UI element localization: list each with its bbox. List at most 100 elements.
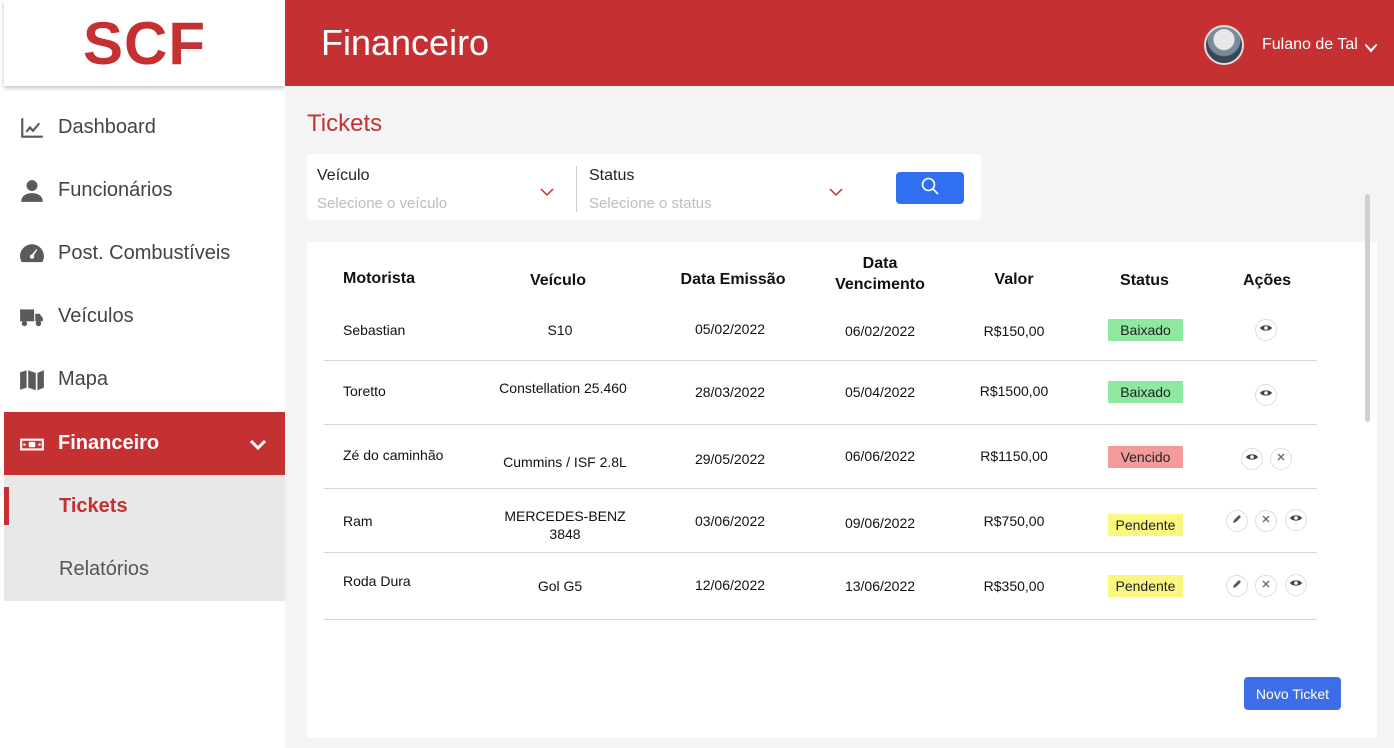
view-button[interactable]: [1285, 574, 1307, 596]
sidebar-item-label: Financeiro: [58, 432, 160, 454]
cancel-button[interactable]: [1255, 575, 1277, 597]
row-divider: [324, 488, 1317, 489]
filter-bar: Veículo Selecione o veículo Status Selec…: [307, 154, 981, 220]
sidebar-item-funcionarios[interactable]: Funcionários: [4, 159, 285, 222]
vehicle-select[interactable]: Veículo Selecione o veículo: [307, 154, 575, 220]
caret-down-icon[interactable]: [1365, 40, 1377, 58]
tickets-table-card: Motorista Veículo Data Emissão Data Venc…: [307, 242, 1377, 738]
eye-icon: [1246, 450, 1258, 468]
status-select[interactable]: Status Selecione o status: [579, 154, 859, 220]
cell-motorista: Toretto: [343, 383, 386, 399]
cancel-button[interactable]: [1270, 448, 1292, 470]
pencil-icon: [1231, 577, 1243, 595]
edit-button[interactable]: [1226, 575, 1248, 597]
sidebar: SCF Dashboard Funcionários Post. Combust…: [0, 0, 285, 748]
top-header: Financeiro Fulano de Tal: [285, 0, 1394, 86]
cell-valor: R$350,00: [983, 578, 1045, 594]
logo[interactable]: SCF: [4, 0, 285, 86]
submenu-item-label: Tickets: [59, 495, 128, 517]
sidebar-item-dashboard[interactable]: Dashboard: [4, 96, 285, 159]
sidebar-item-veiculos[interactable]: Veículos: [4, 285, 285, 348]
cell-valor: R$1500,00: [979, 383, 1049, 399]
chevron-down-icon[interactable]: [249, 434, 267, 457]
cell-motorista: Zé do caminhão: [343, 447, 444, 463]
vehicle-select-label: Veículo: [317, 167, 370, 184]
cell-emissao: 03/06/2022: [694, 513, 766, 529]
column-header-acoes: Ações: [1242, 272, 1292, 289]
row-divider: [324, 552, 1317, 553]
submenu-item-tickets[interactable]: Tickets: [4, 475, 285, 538]
close-icon: [1260, 577, 1272, 595]
view-button[interactable]: [1241, 448, 1263, 470]
sidebar-item-mapa[interactable]: Mapa: [4, 348, 285, 411]
status-badge: Pendente: [1108, 514, 1183, 536]
new-ticket-button[interactable]: Novo Ticket: [1244, 677, 1341, 710]
cancel-button[interactable]: [1255, 510, 1277, 532]
cell-valor: R$1150,00: [980, 448, 1048, 464]
status-select-placeholder: Selecione o status: [589, 195, 712, 212]
cell-valor: R$750,00: [983, 513, 1045, 529]
sidebar-item-financeiro[interactable]: Financeiro: [4, 412, 285, 475]
financeiro-submenu: Tickets Relatórios: [4, 475, 285, 601]
close-icon: [1260, 512, 1272, 530]
status-badge: Vencido: [1108, 446, 1183, 468]
eye-icon: [1260, 321, 1272, 339]
logo-text: SCF: [83, 9, 206, 77]
cell-emissao: 28/03/2022: [694, 384, 766, 400]
cell-veiculo: Constellation 25.460: [499, 380, 627, 396]
search-button[interactable]: [896, 172, 964, 204]
cell-vencimento: 06/06/2022: [844, 448, 916, 464]
view-button[interactable]: [1255, 384, 1277, 406]
row-divider: [324, 424, 1317, 425]
cell-emissao: 29/05/2022: [694, 451, 766, 467]
cell-emissao: 12/06/2022: [694, 577, 766, 593]
sidebar-nav: Dashboard Funcionários Post. Combustívei…: [4, 96, 285, 601]
row-divider: [324, 360, 1317, 361]
cell-veiculo: MERCEDES-BENZ 3848: [504, 508, 626, 542]
cell-veiculo: Gol G5: [537, 578, 583, 594]
edit-button[interactable]: [1226, 510, 1248, 532]
money-icon: [18, 430, 46, 458]
cell-veiculo: Cummins / ISF 2.8L: [503, 454, 627, 470]
gauge-icon: [18, 240, 46, 268]
chevron-down-icon[interactable]: [540, 184, 554, 202]
main-content: Tickets Veículo Selecione o veículo Stat…: [285, 86, 1394, 748]
sidebar-item-label: Funcionários: [58, 179, 173, 201]
sidebar-item-label: Post. Combustíveis: [58, 242, 231, 264]
vehicle-select-placeholder: Selecione o veículo: [317, 195, 448, 212]
column-header-status: Status: [1120, 272, 1169, 289]
cell-vencimento: 09/06/2022: [844, 515, 916, 531]
user-name[interactable]: Fulano de Tal: [1262, 36, 1358, 54]
column-header-emissao: Data Emissão: [680, 271, 786, 288]
cell-vencimento: 13/06/2022: [844, 578, 916, 594]
eye-icon: [1290, 511, 1302, 529]
cell-motorista: Ram: [343, 513, 373, 529]
status-badge: Baixado: [1108, 381, 1183, 403]
submenu-item-label: Relatórios: [59, 558, 150, 580]
sidebar-item-label: Veículos: [58, 305, 134, 327]
cell-valor: R$150,00: [983, 323, 1045, 339]
eye-icon: [1260, 386, 1272, 404]
column-header-veiculo: Veículo: [529, 272, 587, 289]
page-title: Tickets: [307, 110, 383, 137]
chart-line-icon: [18, 114, 46, 142]
sidebar-item-label: Dashboard: [58, 116, 156, 138]
cell-motorista: Sebastian: [343, 322, 406, 338]
scrollbar[interactable]: [1365, 194, 1370, 422]
submenu-item-relatorios[interactable]: Relatórios: [4, 538, 285, 601]
column-header-valor: Valor: [994, 271, 1034, 288]
sidebar-item-postos[interactable]: Post. Combustíveis: [4, 222, 285, 285]
row-divider: [324, 619, 1317, 620]
view-button[interactable]: [1285, 509, 1307, 531]
status-badge: Baixado: [1108, 319, 1183, 341]
avatar[interactable]: [1204, 25, 1244, 65]
map-icon: [18, 366, 46, 394]
chevron-down-icon[interactable]: [829, 184, 843, 202]
truck-icon: [18, 303, 46, 331]
user-icon: [18, 177, 46, 205]
status-badge: Pendente: [1108, 575, 1183, 597]
eye-icon: [1290, 576, 1302, 594]
cell-vencimento: 05/04/2022: [844, 384, 916, 400]
cell-vencimento: 06/02/2022: [844, 323, 916, 339]
view-button[interactable]: [1255, 319, 1277, 341]
